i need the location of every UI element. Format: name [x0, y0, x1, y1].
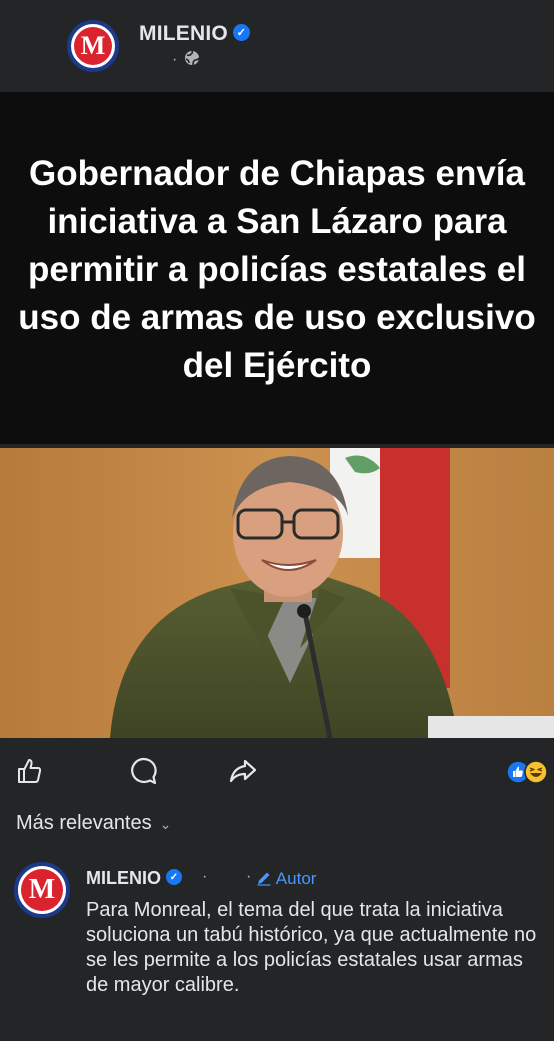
action-bar — [0, 740, 554, 804]
like-button[interactable] — [12, 754, 46, 788]
comment-button[interactable] — [126, 754, 160, 788]
post-meta: · — [172, 50, 200, 69]
comment-icon — [131, 757, 157, 785]
post-photo[interactable] — [0, 448, 554, 738]
globe-icon[interactable] — [184, 50, 200, 66]
man-at-podium-photo — [0, 448, 554, 738]
share-button[interactable] — [226, 754, 260, 788]
comment-author[interactable]: MILENIO ✓ — [86, 868, 182, 889]
meta-separator: · — [172, 51, 178, 68]
comment-author-name[interactable]: MILENIO — [86, 868, 161, 888]
reaction-summary[interactable] — [506, 760, 554, 784]
author-badge: Autor — [256, 869, 316, 889]
haha-reaction-icon — [524, 760, 548, 784]
comment-avatar[interactable]: M — [14, 862, 70, 918]
page-avatar[interactable]: M — [67, 20, 119, 72]
comment-sort-dropdown[interactable]: Más relevantes ⌄ — [16, 812, 171, 835]
comment-separator: · — [246, 868, 252, 885]
comment-separator: · — [202, 868, 208, 885]
verified-badge-icon: ✓ — [166, 869, 182, 886]
chevron-down-icon: ⌄ — [159, 816, 172, 832]
milenio-logo-icon: M — [21, 869, 63, 911]
verified-badge-icon: ✓ — [232, 23, 250, 41]
share-icon — [229, 759, 257, 783]
milenio-logo-icon: M — [74, 27, 112, 65]
sort-label: Más relevantes — [16, 812, 152, 834]
pencil-icon — [257, 872, 271, 886]
author-badge-label: Autor — [275, 869, 317, 888]
page-name-text[interactable]: MILENIO — [139, 22, 228, 45]
page-name[interactable]: MILENIO ✓ — [139, 22, 250, 46]
headline-text: Gobernador de Chiapas envía iniciativa a… — [18, 154, 536, 385]
post-header: M MILENIO ✓ · — [0, 0, 554, 92]
comment-text: Para Monreal, el tema del que trata la i… — [86, 899, 537, 996]
headline-card[interactable]: Gobernador de Chiapas envía iniciativa a… — [0, 92, 554, 444]
thumbs-up-icon — [18, 759, 42, 783]
